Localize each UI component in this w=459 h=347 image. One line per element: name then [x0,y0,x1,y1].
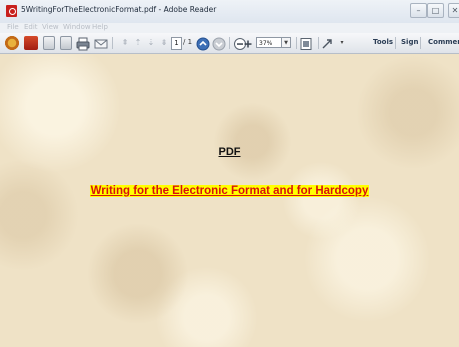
sign-link[interactable]: Sign [401,38,418,46]
page-down-icon[interactable] [212,36,226,51]
document-title-wrapper: Writing for the Electronic Format and fo… [0,179,459,198]
next-page-icon[interactable]: ⇣ [144,36,158,50]
title-bar: 5WritingForTheElectronicFormat.pdf - Ado… [0,0,459,24]
email-icon[interactable] [94,36,108,50]
toolbar-separator [296,37,297,49]
page-total: / 1 [183,38,193,46]
open-icon[interactable] [24,36,38,50]
document-heading: PDF [218,146,241,158]
menu-file[interactable]: File [7,23,19,31]
menu-help[interactable]: Help [92,23,108,31]
toolbar-separator [229,37,230,49]
print-icon[interactable] [76,36,90,51]
zoom-in-icon[interactable] [241,36,255,50]
fullscreen-icon[interactable] [320,36,334,50]
document-title: Writing for the Electronic Format and fo… [89,185,370,197]
last-page-icon[interactable]: ⇟ [157,36,171,50]
previous-page-icon[interactable]: ⇡ [131,36,145,50]
tools-link[interactable]: Tools [373,38,393,46]
toolbar-separator [420,37,421,49]
fit-page-icon[interactable] [299,36,313,50]
toolbar-separator [395,37,396,49]
close-icon[interactable]: ✕ [448,3,459,18]
toolbar-separator [318,37,319,49]
menu-edit[interactable]: Edit [24,23,38,31]
toolbar: ⇞ ⇡ ⇣ ⇟ 1 / 1 37% ▼ ▾ Tools Sign Comment [0,33,459,54]
zoom-input[interactable]: 37% [256,37,282,48]
document-page[interactable]: PDF Writing for the Electronic Format an… [0,54,459,347]
menu-view[interactable]: View [42,23,59,31]
menu-window[interactable]: Window [63,23,91,31]
minimize-icon[interactable]: – [410,3,427,18]
window-title: 5WritingForTheElectronicFormat.pdf - Ado… [21,5,217,14]
zoom-dropdown-icon[interactable]: ▼ [282,37,291,48]
adobe-reader-icon [6,5,17,17]
first-page-icon[interactable]: ⇞ [118,36,132,50]
page-number-input[interactable]: 1 [171,37,182,50]
menu-bar: File Edit View Window Help [0,23,459,33]
page-up-icon[interactable] [196,36,210,51]
create-pdf-icon[interactable] [5,36,19,50]
save-icon[interactable] [60,36,72,50]
edit-icon[interactable] [43,36,55,50]
customize-icon[interactable]: ▾ [335,36,349,50]
maximize-icon[interactable]: □ [427,3,444,18]
comment-link[interactable]: Comment [428,38,459,46]
toolbar-separator [112,37,113,49]
